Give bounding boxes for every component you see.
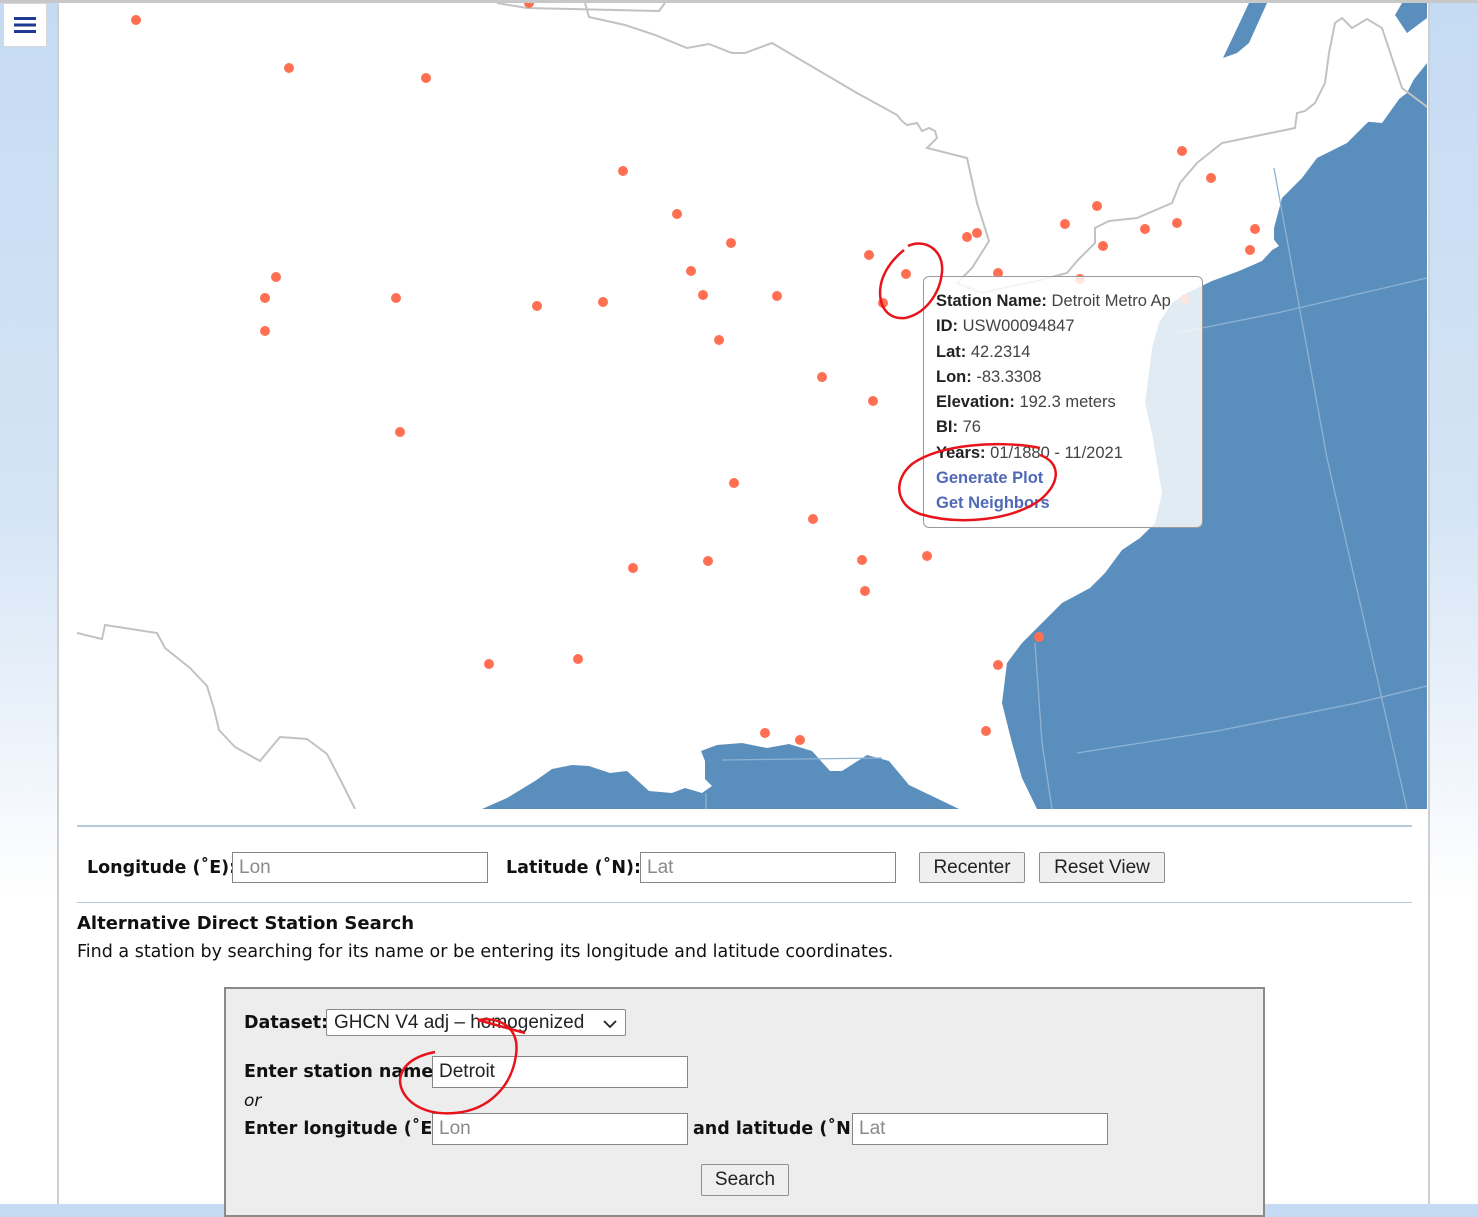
menu-button[interactable] [3, 3, 47, 47]
popup-station-id: ID: USW00094847 [936, 317, 1075, 336]
station-marker[interactable] [532, 301, 542, 311]
station-marker[interactable] [795, 735, 805, 745]
station-marker[interactable] [1098, 241, 1108, 251]
station-marker[interactable] [618, 166, 628, 176]
station-marker[interactable] [760, 728, 770, 738]
bay-of-fundy [1223, 3, 1267, 58]
hamburger-menu-icon [14, 17, 36, 33]
station-marker[interactable] [993, 660, 1003, 670]
station-marker[interactable] [1034, 632, 1044, 642]
station-marker[interactable] [860, 586, 870, 596]
divider [77, 825, 1412, 827]
station-marker[interactable] [395, 427, 405, 437]
recenter-lon-input[interactable] [232, 852, 488, 883]
alt-search-description: Find a station by searching for its name… [77, 942, 894, 962]
reset-view-button[interactable]: Reset View [1039, 852, 1165, 883]
station-marker[interactable] [573, 654, 583, 664]
station-marker[interactable] [962, 232, 972, 242]
popup-lat: Lat: 42.2314 [936, 342, 1031, 361]
station-marker[interactable] [1245, 245, 1255, 255]
dataset-select[interactable]: GHCN V4 adj – homogenized [326, 1009, 626, 1036]
station-marker[interactable] [772, 291, 782, 301]
station-marker[interactable] [868, 396, 878, 406]
station-marker[interactable] [703, 556, 713, 566]
station-name-label: Enter station name: [244, 1062, 441, 1082]
station-marker[interactable] [698, 290, 708, 300]
station-marker[interactable] [972, 228, 982, 238]
station-marker[interactable] [714, 335, 724, 345]
station-marker[interactable] [421, 73, 431, 83]
generate-plot-link[interactable]: Generate Plot [936, 466, 1202, 491]
station-marker[interactable] [864, 250, 874, 260]
search-lon-input[interactable] [432, 1113, 688, 1145]
search-lat-label: and latitude (˚N) [693, 1119, 859, 1139]
station-marker[interactable] [901, 269, 911, 279]
dataset-label: Dataset: [244, 1013, 329, 1033]
station-name-input[interactable] [432, 1056, 688, 1088]
station-marker[interactable] [686, 266, 696, 276]
divider [77, 902, 1412, 903]
station-marker[interactable] [922, 551, 932, 561]
dataset-selected-value: GHCN V4 adj – homogenized [334, 1011, 585, 1033]
station-search-form: Dataset: GHCN V4 adj – homogenized Enter… [224, 987, 1265, 1217]
station-marker[interactable] [260, 293, 270, 303]
station-marker[interactable] [1140, 224, 1150, 234]
station-marker[interactable] [672, 209, 682, 219]
station-marker[interactable] [284, 63, 294, 73]
station-marker[interactable] [271, 272, 281, 282]
map-canvas[interactable] [77, 3, 1427, 809]
station-marker[interactable] [260, 326, 270, 336]
station-marker[interactable] [808, 514, 818, 524]
recenter-button[interactable]: Recenter [919, 852, 1025, 883]
popup-station-name: Station Name: Detroit Metro Ap [936, 292, 1171, 310]
popup-years: Years: 01/1880 - 11/2021 [936, 443, 1123, 462]
station-marker[interactable] [391, 293, 401, 303]
chevron-down-icon [603, 1020, 617, 1029]
station-marker[interactable] [1092, 201, 1102, 211]
recenter-lat-input[interactable] [640, 852, 896, 883]
station-marker[interactable] [726, 238, 736, 248]
station-marker[interactable] [1172, 218, 1182, 228]
station-marker[interactable] [598, 297, 608, 307]
station-marker[interactable] [878, 298, 888, 308]
search-lon-label: Enter longitude (˚E) [244, 1119, 441, 1139]
station-marker[interactable] [817, 372, 827, 382]
search-lat-input[interactable] [852, 1113, 1108, 1145]
station-marker[interactable] [857, 555, 867, 565]
station-marker[interactable] [1206, 173, 1216, 183]
popup-bi: BI: 76 [936, 418, 981, 437]
station-marker[interactable] [131, 15, 141, 25]
station-marker[interactable] [484, 659, 494, 669]
gulf-of-mexico [482, 743, 959, 809]
search-button[interactable]: Search [701, 1164, 789, 1196]
alt-search-title: Alternative Direct Station Search [77, 913, 415, 934]
get-neighbors-link[interactable]: Get Neighbors [936, 491, 1202, 516]
station-popup: Station Name: Detroit Metro Ap ID: USW00… [923, 276, 1203, 528]
station-marker[interactable] [1250, 224, 1260, 234]
popup-lon: Lon: -83.3308 [936, 367, 1042, 386]
station-marker[interactable] [628, 563, 638, 573]
popup-elevation: Elevation: 192.3 meters [936, 393, 1116, 412]
or-label: or [244, 1091, 262, 1111]
station-map[interactable]: Station Name: Detroit Metro Ap ID: USW00… [77, 3, 1427, 809]
page-content: Station Name: Detroit Metro Ap ID: USW00… [57, 3, 1430, 1217]
station-marker[interactable] [1060, 219, 1070, 229]
recenter-lon-label: Longitude (˚E): [87, 858, 237, 878]
station-marker[interactable] [1177, 146, 1187, 156]
station-marker[interactable] [729, 478, 739, 488]
recenter-lat-label: Latitude (˚N): [506, 858, 642, 878]
station-marker[interactable] [981, 726, 991, 736]
